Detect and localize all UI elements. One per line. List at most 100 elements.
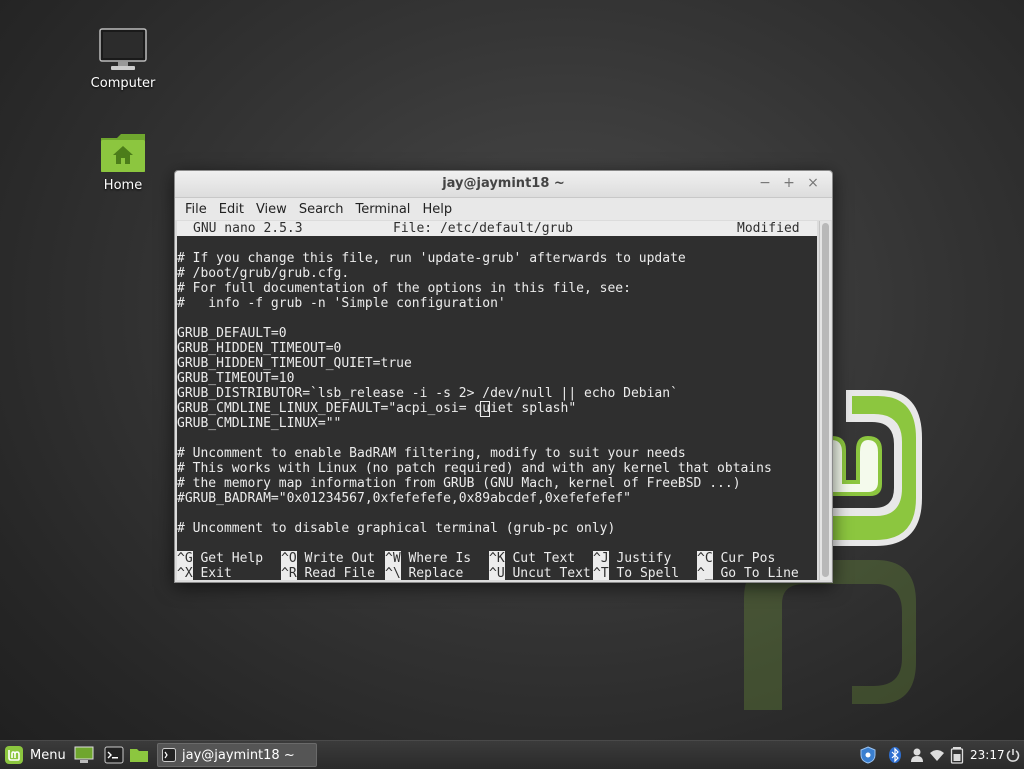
text-line[interactable]: # /boot/grub/grub.cfg. (177, 266, 349, 281)
terminal-icon (104, 746, 124, 764)
shortcut-label: Write Out (304, 551, 375, 566)
shortcut-cut-text[interactable]: ^K Cut Text (489, 551, 575, 566)
shortcut-key: ^W (385, 551, 401, 566)
tray-battery[interactable] (950, 741, 964, 769)
terminal-window[interactable]: jay@jaymint18 ~ − + × File Edit View Sea… (174, 170, 833, 583)
desktop-icon-home[interactable]: Home (83, 132, 163, 193)
text-line[interactable]: # info -f grub -n 'Simple configuration' (177, 296, 506, 311)
shortcut-key: ^J (593, 551, 609, 566)
menu-help[interactable]: Help (416, 202, 458, 217)
shortcut-key: ^K (489, 551, 505, 566)
menu-button[interactable]: Menu (4, 741, 66, 769)
shortcut-replace[interactable]: ^\ Replace (385, 566, 463, 580)
shortcut-key: ^\ (385, 566, 401, 580)
shortcut-write-out[interactable]: ^O Write Out (281, 551, 375, 566)
shortcut-read-file[interactable]: ^R Read File (281, 566, 375, 580)
text-line[interactable]: GRUB_DISTRIBUTOR=`lsb_release -i -s 2> /… (177, 386, 678, 401)
shortcut-go-to-line[interactable]: ^_ Go To Line (697, 566, 799, 580)
menu-bar: File Edit View Search Terminal Help (175, 198, 832, 220)
terminal-launcher[interactable] (104, 741, 124, 769)
tray-bluetooth[interactable] (888, 741, 902, 769)
text-cursor (480, 401, 490, 417)
home-folder-icon (101, 134, 145, 172)
text-line[interactable]: # This works with Linux (no patch requir… (177, 461, 772, 476)
shortcut-label: Justify (616, 551, 672, 566)
text-line[interactable]: GRUB_HIDDEN_TIMEOUT_QUIET=true (177, 356, 412, 371)
window-title: jay@jaymint18 ~ (442, 176, 565, 191)
shortcut-where-is[interactable]: ^W Where Is (385, 551, 471, 566)
desktop-icon-computer[interactable]: Computer (83, 28, 163, 91)
shortcut-key: ^T (593, 566, 609, 580)
tray-shield[interactable] (860, 741, 876, 769)
files-launcher[interactable] (129, 741, 149, 769)
text-line[interactable]: # Uncomment to disable graphical termina… (177, 521, 615, 536)
shortcut-uncut-text[interactable]: ^U Uncut Text (489, 566, 591, 580)
nano-header: GNU nano 2.5.3 File: /etc/default/grub M… (177, 221, 817, 236)
desktop-icon (74, 746, 94, 763)
shield-icon (860, 746, 876, 764)
shortcut-label: Exit (200, 566, 232, 580)
maximize-button[interactable]: + (781, 175, 797, 191)
mint-logo-icon (5, 746, 23, 764)
terminal-icon (162, 748, 176, 762)
menu-edit[interactable]: Edit (213, 202, 250, 217)
menu-search[interactable]: Search (293, 202, 350, 217)
taskbar-window-label: jay@jaymint18 ~ (182, 747, 295, 763)
power-icon (1006, 749, 1020, 762)
taskbar: Menu jay@jaymint18 ~ 23:17 (0, 740, 1024, 769)
shortcut-key: ^O (281, 551, 297, 566)
shortcut-label: Uncut Text (512, 566, 591, 580)
nano-filename: File: /etc/default/grub (393, 221, 574, 236)
menu-file[interactable]: File (179, 202, 213, 217)
shortcut-exit[interactable]: ^X Exit (177, 566, 232, 580)
clock[interactable]: 23:17 (970, 741, 1005, 769)
tray-power[interactable] (1006, 741, 1020, 769)
shortcut-justify[interactable]: ^J Justify (593, 551, 671, 566)
shortcut-to-spell[interactable]: ^T To Spell (593, 566, 679, 580)
text-line[interactable]: GRUB_TIMEOUT=10 (177, 371, 294, 386)
taskbar-window-terminal[interactable]: jay@jaymint18 ~ (157, 743, 317, 767)
menu-terminal[interactable]: Terminal (349, 202, 416, 217)
show-desktop-launcher[interactable] (74, 741, 94, 769)
folder-icon (130, 749, 148, 762)
shortcut-label: To Spell (616, 566, 680, 580)
text-line[interactable]: # For full documentation of the options … (177, 281, 631, 296)
user-icon (911, 748, 923, 762)
minimize-button[interactable]: − (757, 175, 773, 191)
shortcut-key: ^C (697, 551, 713, 566)
shortcut-label: Replace (408, 566, 464, 580)
battery-icon (950, 747, 964, 764)
close-button[interactable]: × (805, 175, 821, 191)
terminal-content[interactable]: GNU nano 2.5.3 File: /etc/default/grub M… (177, 221, 817, 580)
text-line[interactable]: GRUB_CMDLINE_LINUX_DEFAULT="acpi_osi= qu… (177, 401, 576, 416)
shortcut-get-help[interactable]: ^G Get Help (177, 551, 263, 566)
text-line[interactable]: GRUB_CMDLINE_LINUX="" (177, 416, 341, 431)
nano-version: GNU nano 2.5.3 (193, 221, 303, 236)
shortcut-label: Read File (304, 566, 375, 580)
tray-wifi[interactable] (929, 741, 945, 769)
shortcut-label: Cut Text (512, 551, 576, 566)
text-line[interactable]: # If you change this file, run 'update-g… (177, 251, 686, 266)
computer-icon (99, 28, 147, 70)
text-line[interactable]: GRUB_HIDDEN_TIMEOUT=0 (177, 341, 341, 356)
shortcut-cur-pos[interactable]: ^C Cur Pos (697, 551, 775, 566)
shortcut-key: ^_ (697, 566, 713, 580)
shortcut-label: Cur Pos (720, 551, 776, 566)
text-line[interactable]: # Uncomment to enable BadRAM filtering, … (177, 446, 686, 461)
shortcut-key: ^G (177, 551, 193, 566)
shortcut-key: ^R (281, 566, 297, 580)
nano-status: Modified (737, 221, 800, 236)
shortcut-label: Go To Line (720, 566, 799, 580)
bluetooth-icon (889, 747, 901, 763)
scrollbar[interactable] (819, 221, 831, 580)
text-line[interactable]: GRUB_DEFAULT=0 (177, 326, 287, 341)
shortcut-label: Get Help (200, 551, 264, 566)
text-line[interactable]: #GRUB_BADRAM="0x01234567,0xfefefefe,0x89… (177, 491, 631, 506)
scrollbar-thumb[interactable] (822, 223, 829, 577)
text-line[interactable]: # the memory map information from GRUB (… (177, 476, 741, 491)
window-titlebar[interactable]: jay@jaymint18 ~ − + × (175, 171, 832, 198)
menu-label: Menu (30, 747, 66, 763)
menu-view[interactable]: View (250, 202, 293, 217)
tray-user[interactable] (910, 741, 924, 769)
shortcut-key: ^U (489, 566, 505, 580)
